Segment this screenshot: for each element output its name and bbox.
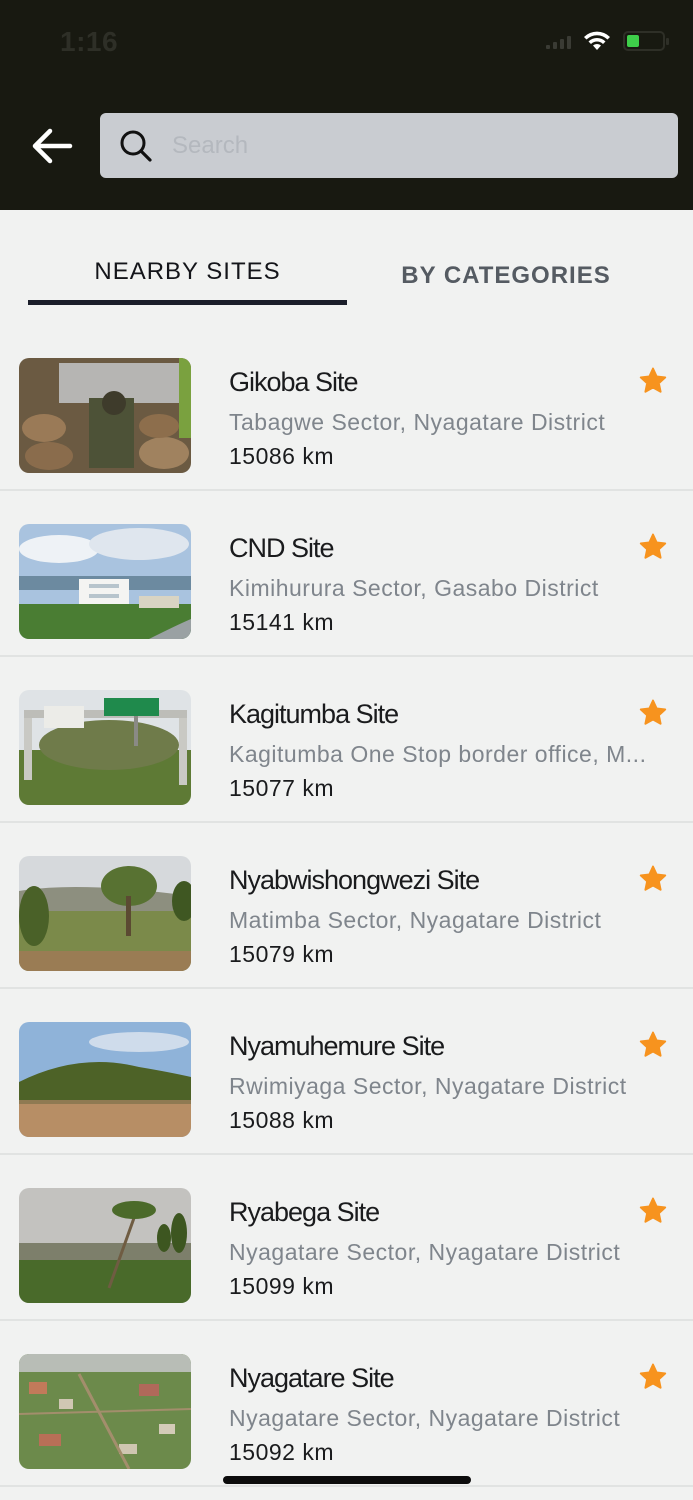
star-icon[interactable] [638,698,668,728]
site-location: Rwimiyaga Sector, Nyagatare District [229,1073,627,1099]
wifi-icon [584,31,610,50]
site-name: Nyabwishongwezi Site [229,865,480,895]
star-icon[interactable] [638,532,668,562]
site-distance: 15086 km [229,443,335,469]
arrow-left-icon [32,128,73,164]
site-distance: 15088 km [229,1107,335,1133]
star-icon[interactable] [638,864,668,894]
tab-nearby-sites[interactable]: NEARBY SITES [28,258,347,286]
site-thumbnail [19,856,191,971]
search-icon [100,113,172,178]
site-thumbnail [19,524,191,639]
list-item[interactable]: Nyabwishongwezi Site Matimba Sector, Nya… [0,823,693,989]
battery-icon [623,31,669,51]
list-item[interactable]: Gikoba Site Tabagwe Sector, Nyagatare Di… [0,325,693,491]
site-location: Nyagatare Sector, Nyagatare District [229,1405,621,1431]
home-indicator[interactable] [223,1476,471,1484]
list-item[interactable]: CND Site Kimihurura Sector, Gasabo Distr… [0,491,693,657]
active-tab-indicator [28,300,347,305]
search-input[interactable] [172,113,678,178]
site-name: Kagitumba Site [229,699,399,729]
status-time: 1:16 [60,26,119,57]
tab-bar: NEARBY SITES BY CATEGORIES [0,210,693,330]
site-name: Nyagatare Site [229,1363,395,1393]
star-icon[interactable] [638,1030,668,1060]
site-thumbnail [19,1354,191,1469]
site-name: Gikoba Site [229,367,359,397]
site-distance: 15099 km [229,1273,335,1299]
site-thumbnail [19,1188,191,1303]
cellular-signal-icon [546,33,571,49]
site-distance: 15077 km [229,775,335,801]
site-name: Ryabega Site [229,1197,380,1227]
list-item[interactable]: Ryabega Site Nyagatare Sector, Nyagatare… [0,1155,693,1321]
star-icon[interactable] [638,1362,668,1392]
star-icon[interactable] [638,1196,668,1226]
site-thumbnail [19,690,191,805]
star-icon[interactable] [638,366,668,396]
site-location: Matimba Sector, Nyagatare District [229,907,602,933]
app-header: 1:16 [0,0,693,210]
site-location: Tabagwe Sector, Nyagatare District [229,409,606,435]
site-distance: 15079 km [229,941,335,967]
site-location: Nyagatare Sector, Nyagatare District [229,1239,621,1265]
site-distance: 15141 km [229,609,335,635]
sites-list: Gikoba Site Tabagwe Sector, Nyagatare Di… [0,325,693,1487]
site-name: Nyamuhemure Site [229,1031,445,1061]
site-distance: 15092 km [229,1439,335,1465]
list-item[interactable]: Nyamuhemure Site Rwimiyaga Sector, Nyaga… [0,989,693,1155]
site-name: CND Site [229,533,335,563]
list-item[interactable]: Kagitumba Site Kagitumba One Stop border… [0,657,693,823]
site-location: Kimihurura Sector, Gasabo District [229,575,599,601]
status-icons [546,30,669,52]
site-thumbnail [19,358,191,473]
site-thumbnail [19,1022,191,1137]
site-location: Kagitumba One Stop border office, M... [229,741,647,767]
tab-by-categories[interactable]: BY CATEGORIES [347,262,665,290]
back-button[interactable] [24,118,80,174]
list-item[interactable]: Nyagatare Site Nyagatare Sector, Nyagata… [0,1321,693,1487]
search-bar[interactable] [100,113,678,178]
